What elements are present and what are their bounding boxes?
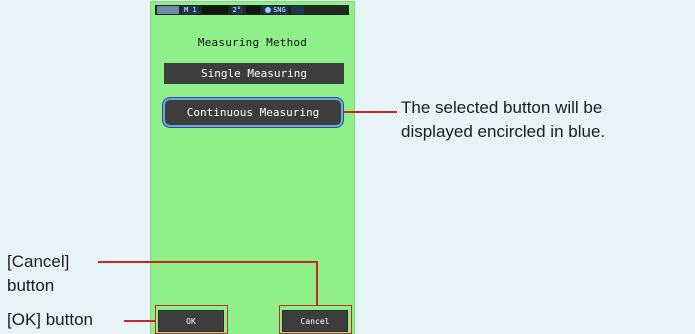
- ok-button[interactable]: OK: [158, 310, 224, 332]
- status-segment: [201, 6, 228, 14]
- cancel-annotation-line1: [Cancel]: [7, 252, 70, 271]
- angle-indicator: 2°: [230, 6, 244, 14]
- measure-mode-label: SNG: [273, 6, 286, 14]
- continuous-measuring-button[interactable]: Continuous Measuring: [163, 98, 343, 127]
- status-segment: [246, 6, 261, 14]
- page-title: Measuring Method: [197, 36, 308, 49]
- measure-mode-indicator: SNG: [263, 6, 288, 14]
- status-bar: M 1 2° SNG: [155, 5, 349, 15]
- memory-mode-indicator: M 1: [182, 6, 199, 14]
- memory-icon: [290, 6, 304, 14]
- selected-annotation-line1: The selected button will be: [401, 98, 603, 117]
- device-screen: M 1 2° SNG Measuring Method Single Measu…: [151, 2, 354, 334]
- cancel-button[interactable]: Cancel: [282, 310, 348, 332]
- sensor-icon: [265, 7, 272, 13]
- cancel-annotation-line2: button: [7, 276, 55, 295]
- ok-annotation: [OK] button: [7, 310, 93, 329]
- battery-icon: [157, 6, 179, 14]
- selected-annotation-line2: displayed encircled in blue.: [401, 122, 606, 141]
- single-measuring-button[interactable]: Single Measuring: [164, 63, 344, 84]
